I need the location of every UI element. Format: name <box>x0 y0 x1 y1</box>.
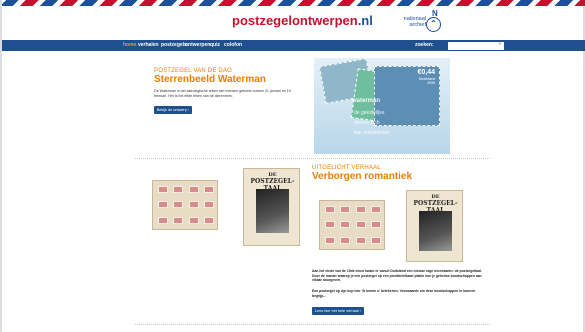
stamp-cell <box>158 201 168 208</box>
stamp-cell <box>356 206 366 213</box>
stamp-cell <box>173 186 183 193</box>
stamp-word-1: waterman <box>352 98 381 104</box>
section-divider-bottom <box>135 324 490 325</box>
site-logo-suffix: .nl <box>357 13 373 28</box>
stamp-cell <box>325 237 335 244</box>
stamp-cell <box>204 186 214 193</box>
stamp-year: 2008 <box>427 81 435 85</box>
stamp-cell <box>371 237 381 244</box>
stamp-cell <box>340 221 350 228</box>
search-submit-icon[interactable]: › <box>499 41 501 47</box>
postcard-image-left[interactable] <box>152 180 218 230</box>
featured-title[interactable]: Verborgen romantiek <box>312 171 412 182</box>
stamp-cell <box>371 221 381 228</box>
stamp-of-day-image[interactable]: €0,44 Nederland 2008 waterman de geestel… <box>314 58 450 154</box>
search-input[interactable] <box>448 41 504 50</box>
nav-quiz[interactable]: quiz <box>210 42 220 48</box>
stamp-cell <box>340 237 350 244</box>
booklet-image-right[interactable]: DE POSTZEGEL-TAAL <box>406 190 463 262</box>
view-design-button[interactable]: Bekijk de ontwerp › <box>154 106 192 114</box>
booklet-illustration <box>419 211 452 251</box>
site-logo[interactable]: postzegelontwerpen.nl <box>232 13 373 28</box>
nav-postzegels[interactable]: postzegels <box>161 42 187 48</box>
search-label: zoeken: <box>415 42 434 48</box>
stamp-cell <box>356 237 366 244</box>
na-arrow-icon: ⌃ <box>430 19 437 28</box>
stamp-cell <box>173 217 183 224</box>
booklet-illustration <box>256 189 289 233</box>
stamp-cell <box>173 201 183 208</box>
stamp-image-front: €0,44 Nederland 2008 <box>374 66 440 126</box>
stamp-word-4: kan ontwikkelen <box>354 130 390 136</box>
stamp-cell <box>189 201 199 208</box>
stamp-cell <box>158 217 168 224</box>
nav-home[interactable]: home <box>123 42 136 48</box>
stamp-cell <box>158 186 168 193</box>
stamp-cell <box>189 186 199 193</box>
airmail-border <box>2 0 585 6</box>
featured-paragraph-1: Aan het einde van de 19de eeuw kwam er v… <box>312 269 482 283</box>
nav-colofon[interactable]: colofon <box>224 42 242 48</box>
stamp-cell <box>356 221 366 228</box>
page: postzegelontwerpen.nl N nationaal archie… <box>0 0 585 332</box>
booklet-image-left[interactable]: DE POSTZEGEL-TAAL <box>243 168 300 246</box>
stamp-of-day-description: De Waterman is het astrologische teken v… <box>154 89 291 98</box>
stamp-value: €0,44 <box>417 69 435 76</box>
stamp-cell <box>204 217 214 224</box>
stamp-cell <box>325 206 335 213</box>
stamp-word-2: de geestelijke <box>354 110 385 116</box>
stamp-cell <box>325 221 335 228</box>
postcard-image-right[interactable] <box>319 200 385 250</box>
stamp-cell <box>189 217 199 224</box>
na-text-bottom: archief <box>409 22 426 28</box>
stamp-cell <box>204 201 214 208</box>
stamp-word-3: stroom zich <box>354 120 380 126</box>
stamp-of-day-title[interactable]: Sterrenbeeld Waterman <box>154 74 266 85</box>
nav-ontwerpen[interactable]: ontwerpen <box>185 42 210 48</box>
stamp-cell <box>371 206 381 213</box>
featured-paragraph-2: Een postzegel op zijn kop hier ‘ik bemin… <box>312 289 476 298</box>
nav-verhalen[interactable]: verhalen <box>138 42 159 48</box>
section-divider <box>135 158 490 159</box>
site-logo-name: postzegelontwerpen <box>232 13 358 28</box>
read-full-story-button[interactable]: Lees hier het hele verhaal › <box>312 307 364 315</box>
na-text: nationaal archief <box>400 16 426 28</box>
stamp-cell <box>340 206 350 213</box>
